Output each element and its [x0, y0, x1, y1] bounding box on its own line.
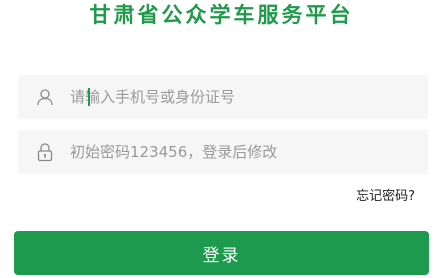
user-icon — [34, 86, 56, 108]
text-cursor — [88, 88, 90, 106]
phone-id-input[interactable] — [70, 82, 390, 112]
forgot-password-link[interactable]: 忘记密码? — [356, 185, 415, 204]
login-button[interactable]: 登录 — [14, 231, 429, 275]
password-field[interactable] — [18, 130, 428, 174]
page-title: 甘肃省公众学车服务平台 — [89, 2, 354, 27]
phone-id-field[interactable] — [18, 75, 428, 119]
password-input[interactable] — [70, 137, 390, 167]
lock-icon — [34, 141, 56, 163]
login-page: 甘肃省公众学车服务平台 忘记密码? 登录 — [0, 0, 443, 278]
